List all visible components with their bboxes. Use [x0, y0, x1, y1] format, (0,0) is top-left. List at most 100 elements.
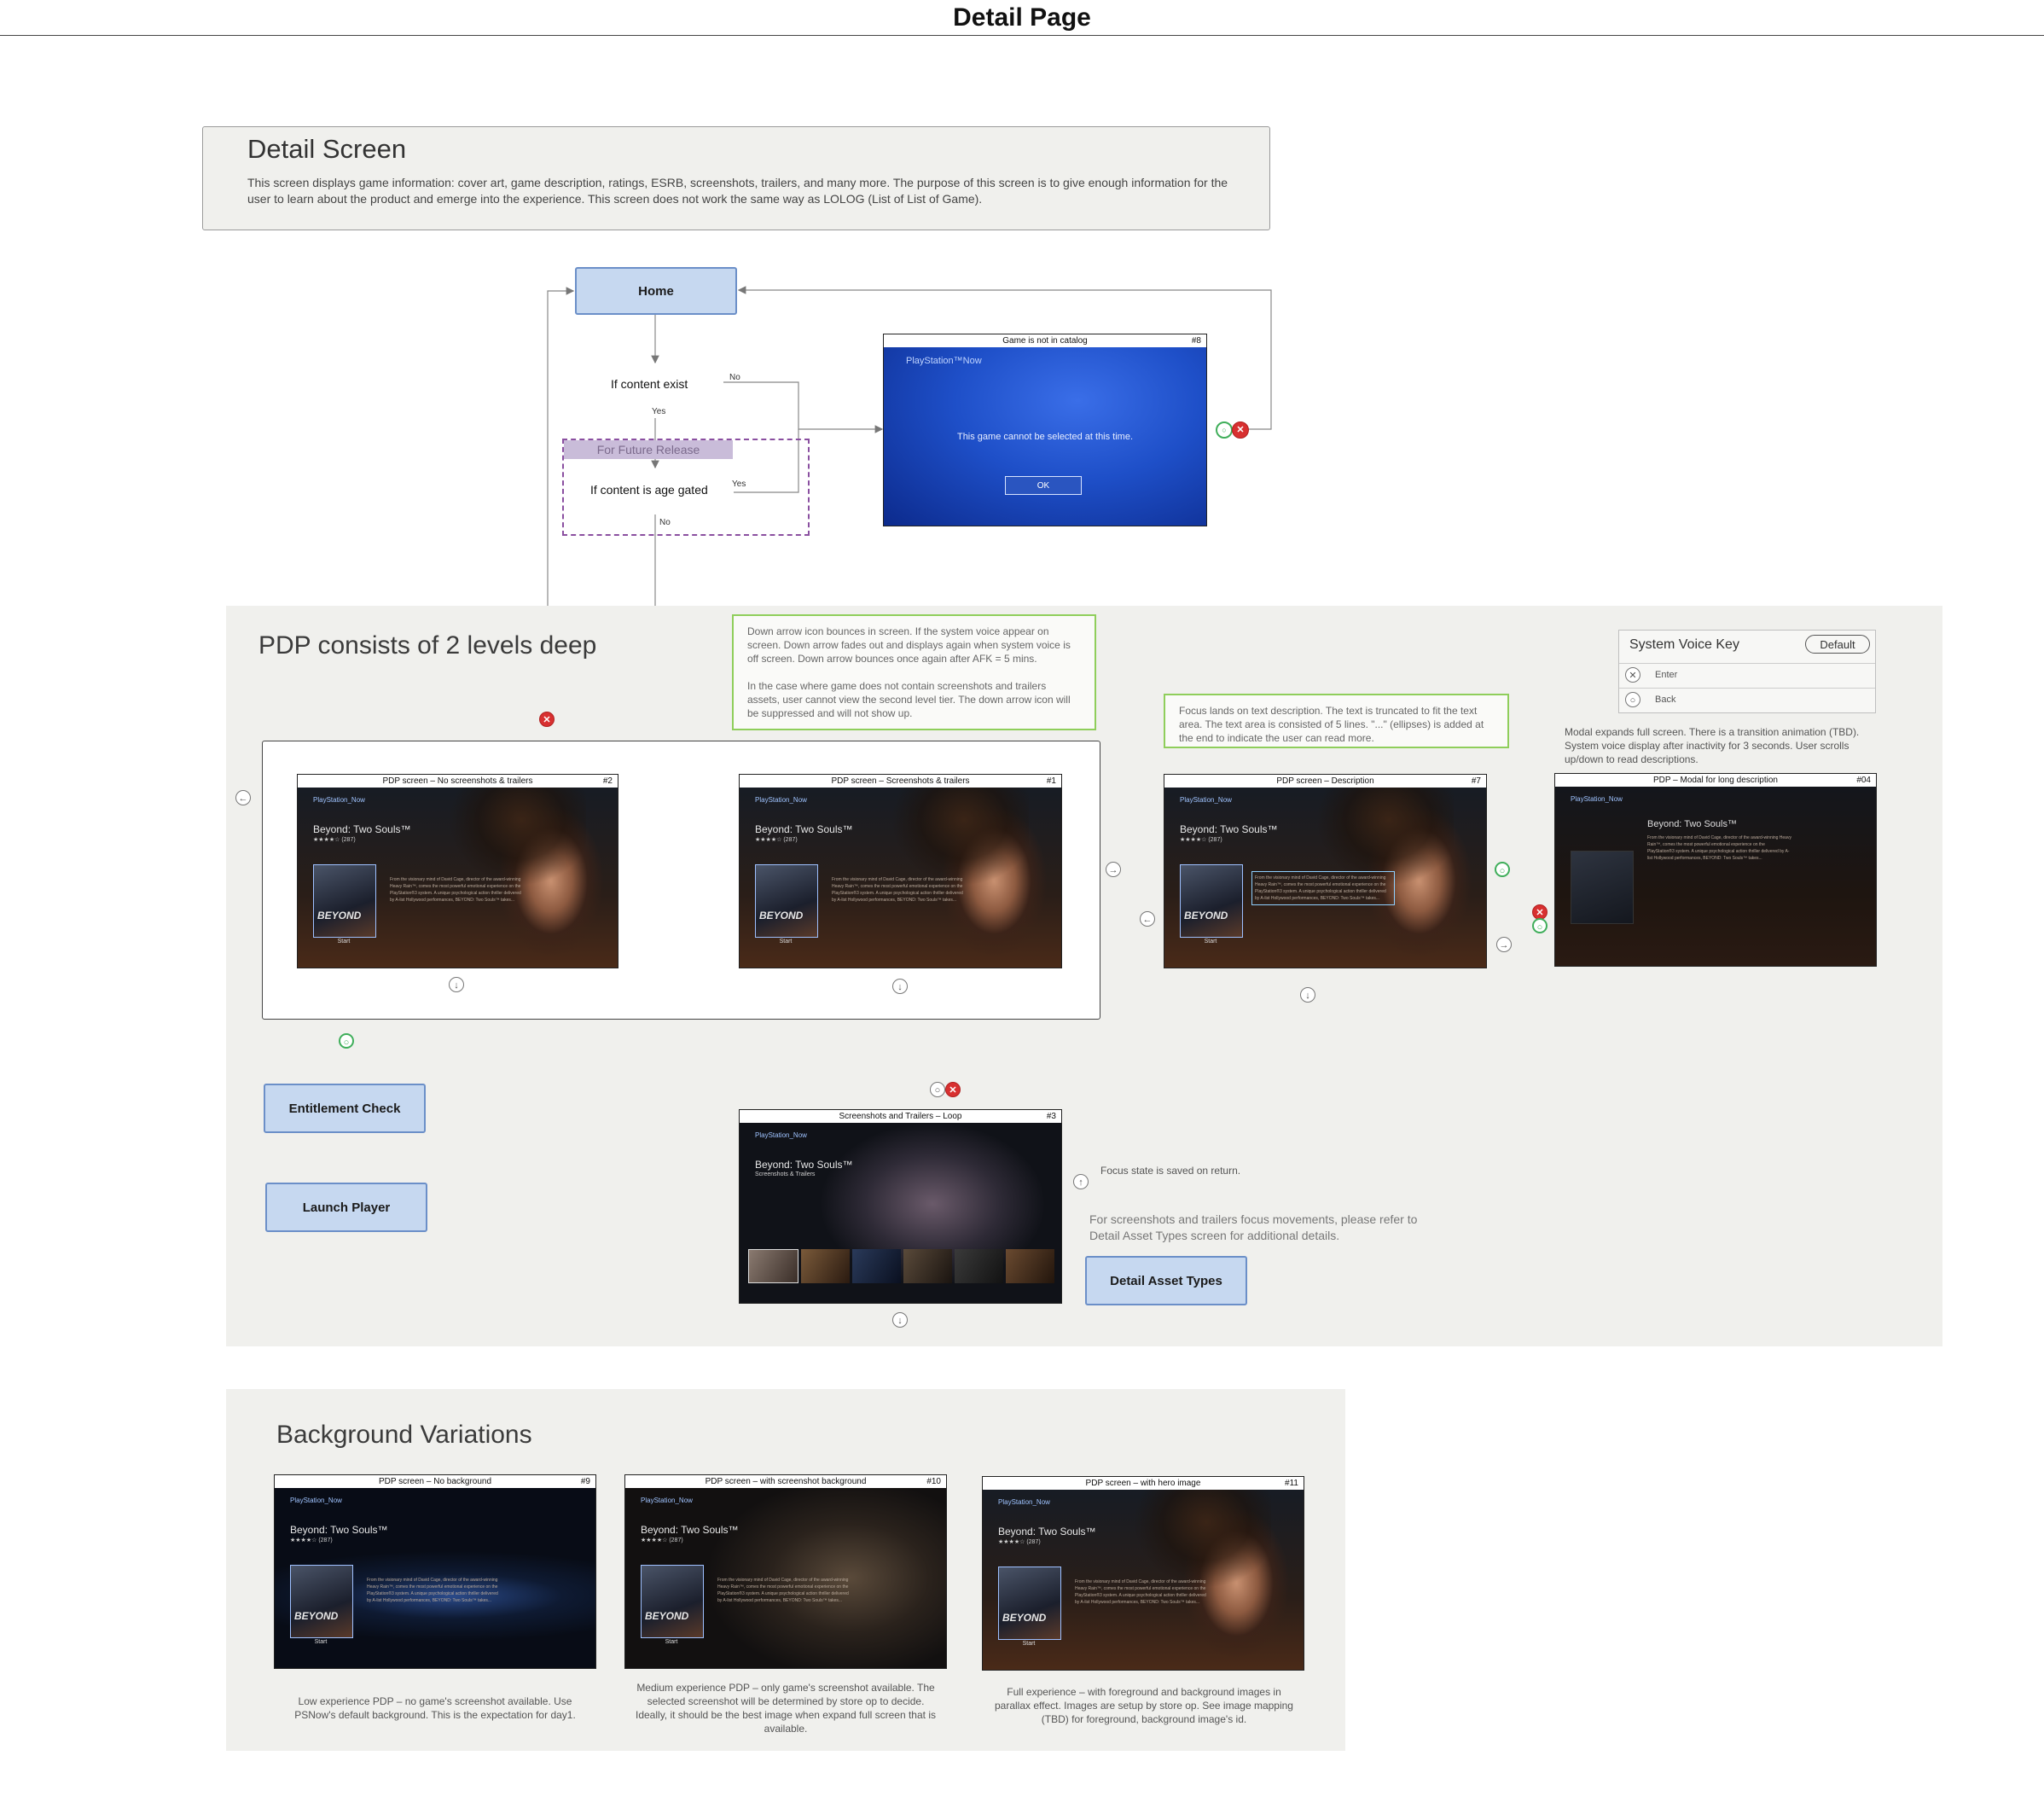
screen-header: PDP screen – with screenshot background	[625, 1475, 946, 1489]
screen-pdp-screenshot-bg: PDP screen – with screenshot background …	[624, 1474, 947, 1669]
psnow-brand: PlayStation_Now	[313, 796, 365, 804]
screen-number: #10	[926, 1477, 941, 1486]
pdp-body: PlayStation_Now Beyond: Two Souls™ ★★★★☆…	[298, 788, 618, 968]
game-description[interactable]: From the visionary mind of David Cage, d…	[367, 1577, 503, 1604]
screen-number: #3	[1046, 1112, 1056, 1121]
game-title: Beyond: Two Souls™	[290, 1524, 388, 1536]
trailer-body: PlayStation_Now Beyond: Two Souls™ Scree…	[740, 1123, 1061, 1303]
screen-screenshots-trailers: Screenshots and Trailers – Loop #3 PlayS…	[739, 1109, 1062, 1304]
game-description[interactable]: From the visionary mind of David Cage, d…	[717, 1577, 854, 1604]
screen-pdp-screenshots: PDP screen – Screenshots & trailers #1 P…	[739, 774, 1062, 968]
screen-header: Game is not in catalog	[884, 334, 1206, 348]
system-voice-key: System Voice Key Default ✕ Enter ○ Back	[1618, 630, 1876, 713]
psnow-brand: PlayStation_Now	[290, 1497, 342, 1504]
catalog-message: This game cannot be selected at this tim…	[956, 432, 1134, 442]
start-button[interactable]: Start	[998, 1641, 1060, 1647]
rating-stars: ★★★★☆ (287)	[290, 1538, 333, 1543]
start-button[interactable]: Start	[313, 939, 375, 945]
psnow-brand: PlayStation_Now	[641, 1497, 693, 1504]
screen-header: PDP screen – No screenshots & trailers	[298, 775, 618, 788]
cover-art[interactable]: BEYOND	[290, 1565, 353, 1638]
down-arrow-note: Down arrow icon bounces in screen. If th…	[732, 614, 1096, 730]
asset-types-note: For screenshots and trailers focus movem…	[1089, 1212, 1418, 1242]
pdp-body: PlayStation_Now Beyond: Two Souls™ ★★★★☆…	[275, 1488, 595, 1668]
right-arrow-icon: →	[1106, 862, 1121, 877]
screenshot-thumb[interactable]	[748, 1249, 798, 1283]
start-button[interactable]: Start	[290, 1639, 351, 1645]
cover-title: BEYOND	[759, 910, 804, 921]
catalog-modal-body: PlayStation™Now This game cannot be sele…	[884, 347, 1206, 526]
start-button[interactable]: Start	[755, 939, 816, 945]
launch-player-node[interactable]: Launch Player	[265, 1183, 427, 1232]
psnow-brand: PlayStation_Now	[755, 1131, 807, 1139]
down-arrow-icon: ↓	[892, 1312, 908, 1328]
back-label: Back	[1655, 695, 1676, 705]
focus-description-note: Focus lands on text description. The tex…	[1164, 694, 1509, 748]
enter-circle-icon: ○	[1495, 862, 1510, 877]
back-cross-icon: ✕	[1232, 421, 1249, 439]
right-arrow-icon: →	[1496, 937, 1512, 952]
screenshot-thumb[interactable]	[1006, 1249, 1054, 1283]
voice-key-divider-2	[1619, 688, 1875, 689]
screen-pdp-no-background: PDP screen – No background #9 PlayStatio…	[274, 1474, 596, 1669]
caption-medium-experience: Medium experience PDP – only game's scre…	[636, 1682, 936, 1735]
start-button[interactable]: Start	[641, 1639, 702, 1645]
screenshot-thumb[interactable]	[852, 1249, 901, 1283]
yes-branch-label: Yes	[652, 407, 666, 416]
cover-art[interactable]: BEYOND	[313, 864, 376, 938]
circle-icon: ○	[1625, 692, 1640, 707]
psnow-brand: PlayStation_Now	[755, 796, 807, 804]
detail-asset-types-node[interactable]: Detail Asset Types	[1085, 1256, 1247, 1305]
screen-pdp-modal: PDP – Modal for long description #04 Pla…	[1554, 773, 1877, 967]
down-arrow-icon: ↓	[449, 977, 464, 992]
game-title: Beyond: Two Souls™	[313, 823, 411, 835]
cross-icon: ✕	[1625, 667, 1640, 683]
home-node[interactable]: Home	[575, 267, 737, 315]
game-description[interactable]: From the visionary mind of David Cage, d…	[1075, 1578, 1211, 1606]
pdp-body: PlayStation_Now Beyond: Two Souls™ ★★★★☆…	[1164, 788, 1486, 968]
screen-number: #9	[580, 1477, 590, 1486]
screen-header: PDP screen – with hero image	[983, 1477, 1304, 1491]
focus-saved-note: Focus state is saved on return.	[1100, 1165, 1241, 1177]
down-arrow-icon: ↓	[892, 979, 908, 994]
game-description-focused[interactable]: From the visionary mind of David Cage, d…	[1251, 871, 1395, 905]
psnow-brand: PlayStation_Now	[1180, 796, 1232, 804]
cover-art[interactable]: BEYOND	[998, 1567, 1061, 1640]
if-age-gated-label: If content is age gated	[590, 483, 708, 497]
game-title: Beyond: Two Souls™	[998, 1526, 1096, 1538]
up-arrow-icon: ↑	[1073, 1174, 1089, 1189]
game-title: Beyond: Two Souls™	[755, 823, 853, 835]
game-title: Beyond: Two Souls™	[1180, 823, 1278, 835]
cover-title: BEYOND	[1002, 1612, 1047, 1624]
pdp-section-title: PDP consists of 2 levels deep	[258, 631, 597, 660]
screenshot-thumb[interactable]	[955, 1249, 1003, 1283]
down-arrow-note-p1: Down arrow icon bounces in screen. If th…	[747, 625, 1071, 665]
age-no-label: No	[659, 518, 671, 527]
cover-title: BEYOND	[645, 1610, 689, 1622]
future-release-label: For Future Release	[564, 440, 733, 459]
cover-art-dimmed	[1571, 851, 1634, 924]
pdp-body: PlayStation_Now Beyond: Two Souls™ ★★★★☆…	[983, 1490, 1304, 1670]
cover-art[interactable]: BEYOND	[755, 864, 818, 938]
modal-note: Modal expands full screen. There is a tr…	[1565, 726, 1860, 765]
game-description[interactable]: From the visionary mind of David Cage, d…	[390, 876, 526, 904]
caption-full-experience: Full experience – with foreground and ba…	[995, 1686, 1293, 1725]
long-description[interactable]: From the visionary mind of David Cage, d…	[1647, 834, 1792, 862]
ok-button[interactable]: OK	[1005, 476, 1082, 495]
start-button[interactable]: Start	[1180, 939, 1241, 945]
screenshot-thumb[interactable]	[903, 1249, 952, 1283]
game-description[interactable]: From the visionary mind of David Cage, d…	[832, 876, 968, 904]
circle-icon: ○	[930, 1082, 945, 1097]
cover-art[interactable]: BEYOND	[1180, 864, 1243, 938]
enter-circle-icon: ○	[339, 1033, 354, 1049]
caption-low-experience: Low experience PDP – no game's screensho…	[294, 1695, 576, 1721]
cover-art[interactable]: BEYOND	[641, 1565, 704, 1638]
pdp-body: PlayStation_Now Beyond: Two Souls™ ★★★★☆…	[740, 788, 1061, 968]
voice-key-divider	[1619, 663, 1875, 664]
back-cross-icon: ✕	[539, 712, 555, 727]
screen-number: #2	[602, 776, 613, 786]
no-branch-label: No	[729, 373, 740, 382]
rating-stars: ★★★★☆ (287)	[1180, 837, 1222, 843]
screenshot-thumb[interactable]	[801, 1249, 850, 1283]
entitlement-check-node[interactable]: Entitlement Check	[264, 1084, 426, 1133]
